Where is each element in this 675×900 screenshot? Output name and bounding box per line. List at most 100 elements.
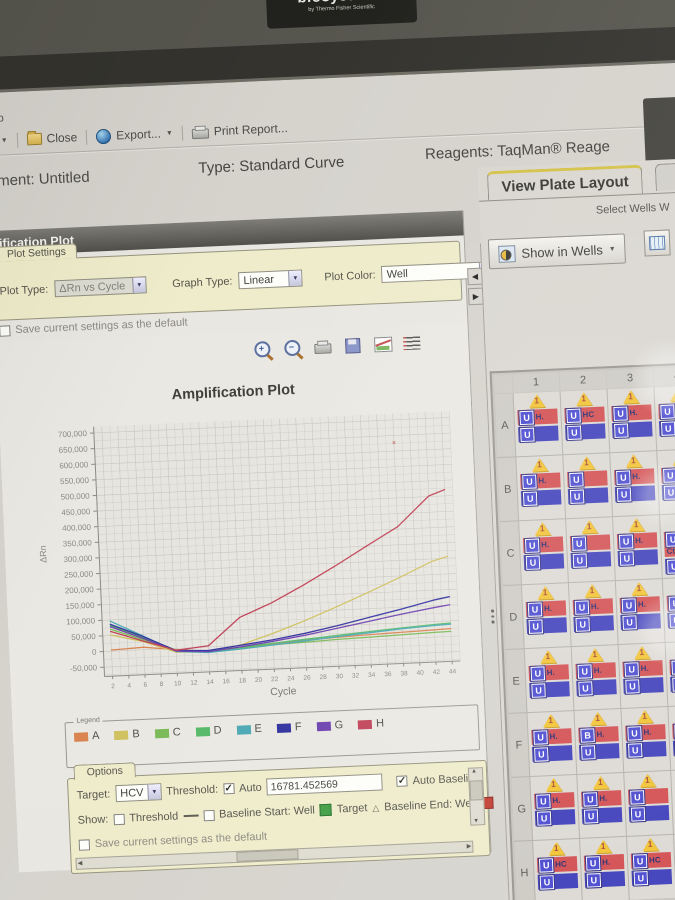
print-chart-icon[interactable] (314, 342, 332, 354)
plate-row-header-G[interactable]: G (511, 777, 533, 841)
unknown-task-badge: U (579, 743, 597, 761)
well-A4[interactable]: 1UH.U (654, 385, 675, 451)
scrollbar-thumb[interactable] (236, 849, 299, 862)
amplification-chart: -50,000 0 50,000 100,000 150,000 200,000 250,0… (38, 411, 461, 698)
plate-row-header-C[interactable]: C (500, 521, 521, 586)
collapse-left-arrow[interactable]: ◀ (467, 267, 483, 286)
well-C3[interactable]: 1 U H. U (613, 515, 662, 581)
well-E1[interactable]: 1 U H. U (524, 647, 574, 713)
well-B1[interactable]: 1 U H. U (516, 455, 566, 521)
tab-options[interactable]: Options (73, 762, 137, 780)
well-D1[interactable]: 1 U H. U (521, 583, 571, 649)
expand-right-arrow[interactable]: ▶ (467, 287, 484, 306)
well-G3[interactable]: 1 UU (624, 770, 673, 836)
close-button[interactable]: Close (46, 130, 77, 145)
graph-type-select[interactable]: Linear (238, 269, 303, 290)
well-D2[interactable]: 1 U H. U (568, 581, 618, 647)
target-select[interactable]: HCV (114, 783, 162, 803)
flag-warning-icon: 1 (534, 521, 551, 536)
well-D3[interactable]: 1 U H. U (615, 579, 665, 645)
plate-row-header-E[interactable]: E (505, 649, 527, 713)
menu-help[interactable]: elp (0, 112, 4, 125)
well-F2[interactable]: 1 B H. U (574, 709, 624, 774)
export-dropdown-icon[interactable]: ▼ (166, 130, 173, 137)
well-B2[interactable]: 1 UU (563, 453, 613, 519)
plate-row-header-D[interactable]: D (502, 585, 524, 649)
well-target-band: UH. (522, 536, 564, 554)
save-chart-icon[interactable] (345, 337, 361, 354)
well-sample-band: U (567, 487, 609, 505)
unknown-task-badge: U (612, 404, 629, 422)
plate-col-header-4[interactable]: 4 (653, 366, 675, 387)
well-H1[interactable]: 1 U HC U (533, 838, 582, 900)
plate-row-header-B[interactable]: B (497, 457, 519, 522)
well-sample-band: U (658, 419, 675, 437)
well-target-band: UHC (564, 406, 605, 424)
zoom-in-icon[interactable]: + (254, 340, 271, 358)
flag-count: 1 (537, 460, 542, 470)
well-B4[interactable]: 1UH.U (657, 449, 675, 515)
svg-text:500,000: 500,000 (61, 491, 91, 501)
unknown-task-badge: U (571, 551, 589, 569)
well-E2[interactable]: 1 U H. U (571, 645, 621, 711)
well-target-band: UH. (517, 408, 558, 426)
edit-plot-icon[interactable] (373, 336, 393, 352)
legend-toggle-icon[interactable] (405, 335, 421, 350)
export-button[interactable]: Export... (116, 127, 161, 143)
plate-col-header-3[interactable]: 3 (606, 368, 654, 389)
plate-view-grid-button[interactable] (643, 229, 671, 257)
well-sample-band: U (573, 615, 614, 633)
unknown-task-badge: U (585, 871, 603, 889)
svg-text:32: 32 (352, 672, 360, 679)
options-vertical-scrollbar[interactable] (467, 767, 486, 826)
svg-text:24: 24 (287, 675, 295, 682)
well-C4[interactable]: 1UHCCt: UnU (660, 513, 675, 579)
well-G1[interactable]: 1 U H. U (530, 775, 580, 840)
well-G2[interactable]: 1 U H. U (577, 772, 626, 838)
threshold-input[interactable] (266, 773, 384, 796)
show-threshold-checkbox[interactable] (113, 813, 125, 825)
legend-item-H: H (357, 717, 384, 730)
well-note: HC (648, 855, 661, 865)
well-sample-band: U (625, 741, 667, 759)
plate-row-header-H[interactable]: H (514, 841, 535, 900)
show-in-wells-button[interactable]: Show in Wells ▼ (487, 233, 627, 270)
zoom-out-icon[interactable]: − (284, 339, 301, 357)
well-F1[interactable]: 1 U H. U (527, 711, 577, 777)
well-sample-band: U (518, 425, 559, 443)
well-H3[interactable]: 1 U HC U (627, 834, 675, 900)
well-A1[interactable]: 1 U H. U (513, 391, 563, 457)
well-D4[interactable]: 1UHCU (662, 577, 675, 643)
legend-swatch (114, 730, 129, 740)
plate-col-header-2[interactable]: 2 (559, 370, 607, 391)
well-A3[interactable]: 1 U H. U (607, 387, 657, 453)
auto-baseline-checkbox[interactable] (396, 775, 408, 787)
svg-text:6: 6 (143, 682, 147, 689)
chevron-down-icon[interactable]: ▼ (1, 137, 8, 144)
show-threshold-label: Threshold (129, 810, 179, 825)
print-report-button[interactable]: Print Report... (213, 121, 288, 138)
unknown-task-badge: U (521, 472, 538, 490)
well-C1[interactable]: 1 U H. U (519, 519, 568, 585)
well-H2[interactable]: 1 U H. U (580, 836, 629, 900)
auto-threshold-checkbox[interactable] (222, 782, 235, 795)
well-E3[interactable]: 1 U H. U (618, 643, 668, 708)
well-B3[interactable]: 1 U H. U (610, 451, 659, 517)
close-folder-icon (26, 132, 42, 146)
well-target-band: UH. (520, 472, 561, 490)
plate-col-header-1[interactable]: 1 (512, 372, 560, 393)
save-default-checkbox[interactable] (0, 324, 11, 337)
well-A2[interactable]: 1 U HC U (560, 389, 610, 455)
well-E4[interactable]: 1UHCU (665, 640, 675, 706)
splitter-grip[interactable] (490, 609, 495, 624)
plate-row-header-A[interactable]: A (494, 393, 516, 458)
well-target-band: UH. (619, 596, 661, 614)
scrollbar-thumb[interactable] (469, 780, 484, 801)
plate-row-header-F[interactable]: F (508, 713, 530, 777)
tab-partial[interactable] (654, 160, 675, 191)
options-panel: Options Target: HCV Threshold: Auto Auto… (66, 759, 494, 875)
well-F3[interactable]: 1 U H. U (621, 706, 671, 772)
baseline-checkbox[interactable] (202, 809, 215, 821)
save-default-checkbox-2[interactable] (78, 838, 91, 851)
well-C2[interactable]: 1 UU (566, 517, 615, 583)
